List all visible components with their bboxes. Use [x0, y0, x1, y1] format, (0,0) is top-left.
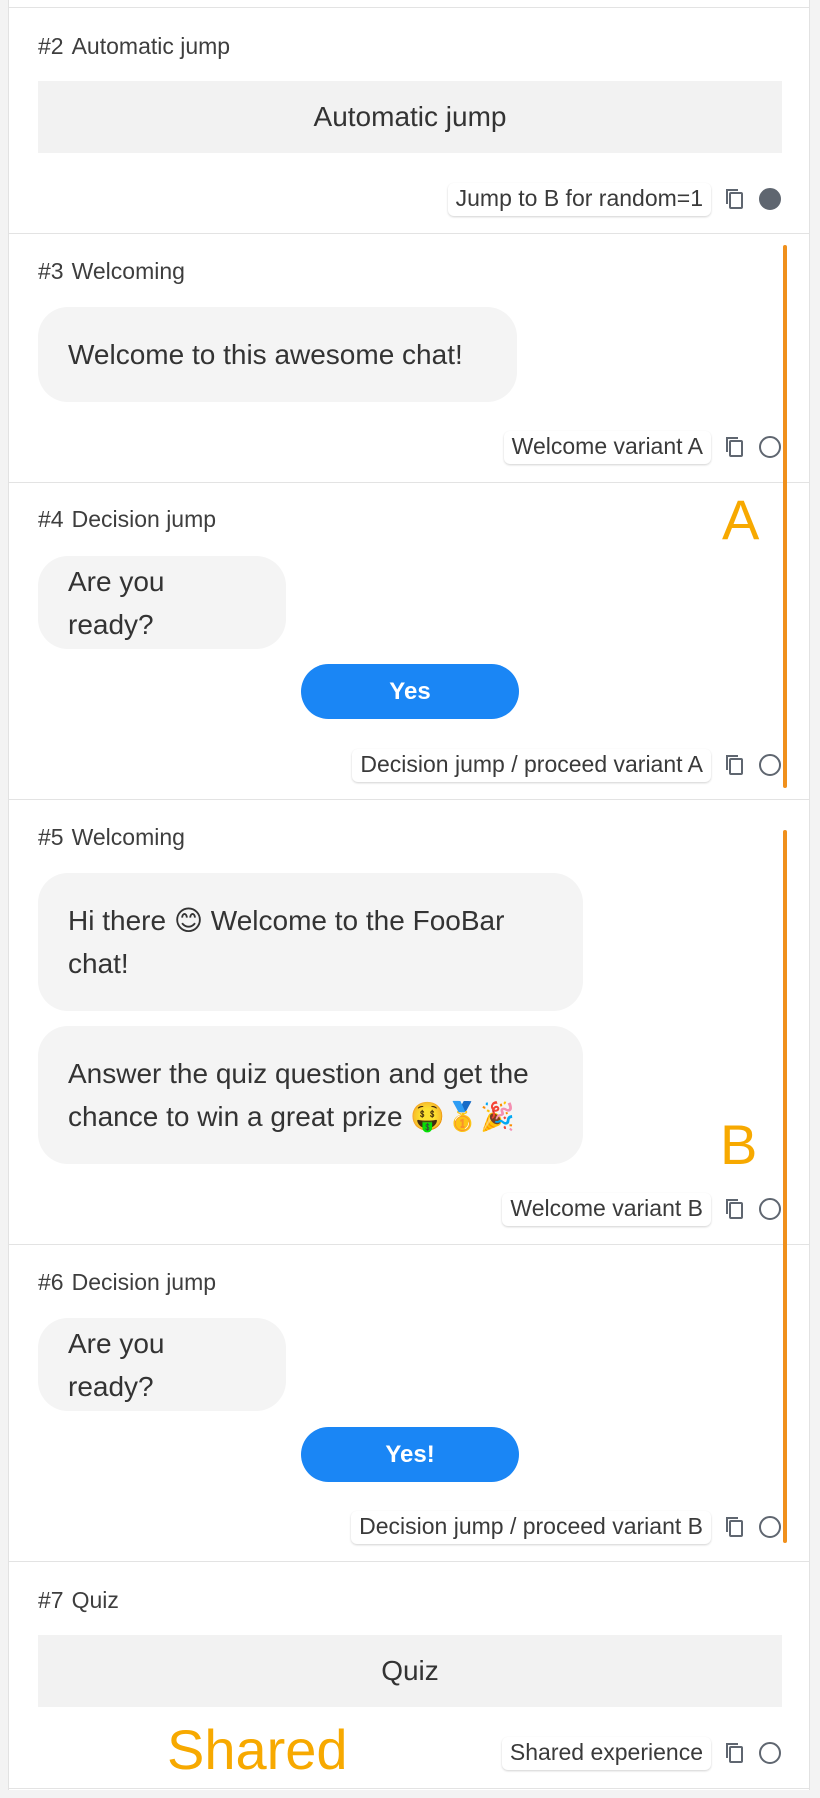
- node-title: #7 Quiz: [38, 1587, 119, 1614]
- node-footer: Jump to B for random=1: [447, 182, 781, 216]
- divider: [9, 482, 809, 483]
- radio-icon[interactable]: [759, 1516, 781, 1538]
- message-bubble[interactable]: Are you ready?: [38, 1318, 286, 1411]
- node-name: Welcoming: [71, 824, 185, 850]
- node-number: #3: [38, 258, 64, 284]
- node-name: Quiz: [71, 1587, 119, 1613]
- node-footer: Decision jump / proceed variant A: [352, 748, 781, 782]
- divider: [9, 1788, 809, 1789]
- node-number: #4: [38, 506, 64, 532]
- shared-label: Shared: [167, 1718, 348, 1781]
- node-footer: Decision jump / proceed variant B: [351, 1510, 781, 1544]
- variant-label[interactable]: Welcome variant A: [503, 430, 711, 464]
- group-a-label: A: [722, 488, 760, 551]
- group-b-label: B: [720, 1113, 758, 1176]
- copy-icon[interactable]: [723, 753, 747, 777]
- radio-icon[interactable]: [759, 188, 781, 210]
- quiz-block[interactable]: Quiz: [38, 1635, 782, 1707]
- node-number: #5: [38, 824, 64, 850]
- node-number: #7: [38, 1587, 64, 1613]
- message-bubble[interactable]: Are you ready?: [38, 556, 286, 649]
- divider: [9, 7, 809, 8]
- node-footer: Welcome variant B: [502, 1192, 781, 1226]
- variant-label[interactable]: Welcome variant B: [502, 1192, 711, 1226]
- group-b-bar: [783, 830, 787, 1543]
- node-name: Decision jump: [71, 506, 217, 532]
- message-bubble[interactable]: Answer the quiz question and get the cha…: [38, 1026, 583, 1164]
- variant-label[interactable]: Jump to B for random=1: [447, 182, 711, 216]
- variant-label[interactable]: Decision jump / proceed variant B: [351, 1510, 711, 1544]
- copy-icon[interactable]: [723, 1197, 747, 1221]
- radio-icon[interactable]: [759, 754, 781, 776]
- node-name: Welcoming: [71, 258, 185, 284]
- yes-button[interactable]: Yes: [301, 664, 519, 719]
- divider: [9, 799, 809, 800]
- yes-button[interactable]: Yes!: [301, 1427, 519, 1482]
- node-footer: Shared experience: [501, 1736, 781, 1770]
- flow-panel: #2 Automatic jump Automatic jump Jump to …: [8, 0, 810, 1790]
- node-footer: Welcome variant A: [503, 430, 781, 464]
- divider: [9, 233, 809, 234]
- copy-icon[interactable]: [723, 187, 747, 211]
- radio-icon[interactable]: [759, 1742, 781, 1764]
- node-title: #5 Welcoming: [38, 824, 185, 851]
- copy-icon[interactable]: [723, 1515, 747, 1539]
- variant-label[interactable]: Shared experience: [501, 1736, 711, 1770]
- automatic-jump-block[interactable]: Automatic jump: [38, 81, 782, 153]
- radio-icon[interactable]: [759, 436, 781, 458]
- node-title: #6 Decision jump: [38, 1269, 216, 1296]
- divider: [9, 1244, 809, 1245]
- group-a-bar: [783, 245, 787, 788]
- node-title: #2 Automatic jump: [38, 33, 230, 60]
- copy-icon[interactable]: [723, 1741, 747, 1765]
- message-bubble[interactable]: Welcome to this awesome chat!: [38, 307, 517, 402]
- radio-icon[interactable]: [759, 1198, 781, 1220]
- message-bubble[interactable]: Hi there 😊 Welcome to the FooBar chat!: [38, 873, 583, 1011]
- node-name: Decision jump: [71, 1269, 217, 1295]
- variant-label[interactable]: Decision jump / proceed variant A: [352, 748, 711, 782]
- node-title: #4 Decision jump: [38, 506, 216, 533]
- node-title: #3 Welcoming: [38, 258, 185, 285]
- node-name: Automatic jump: [71, 33, 231, 59]
- divider: [9, 1561, 809, 1562]
- node-number: #2: [38, 33, 64, 59]
- copy-icon[interactable]: [723, 435, 747, 459]
- node-number: #6: [38, 1269, 64, 1295]
